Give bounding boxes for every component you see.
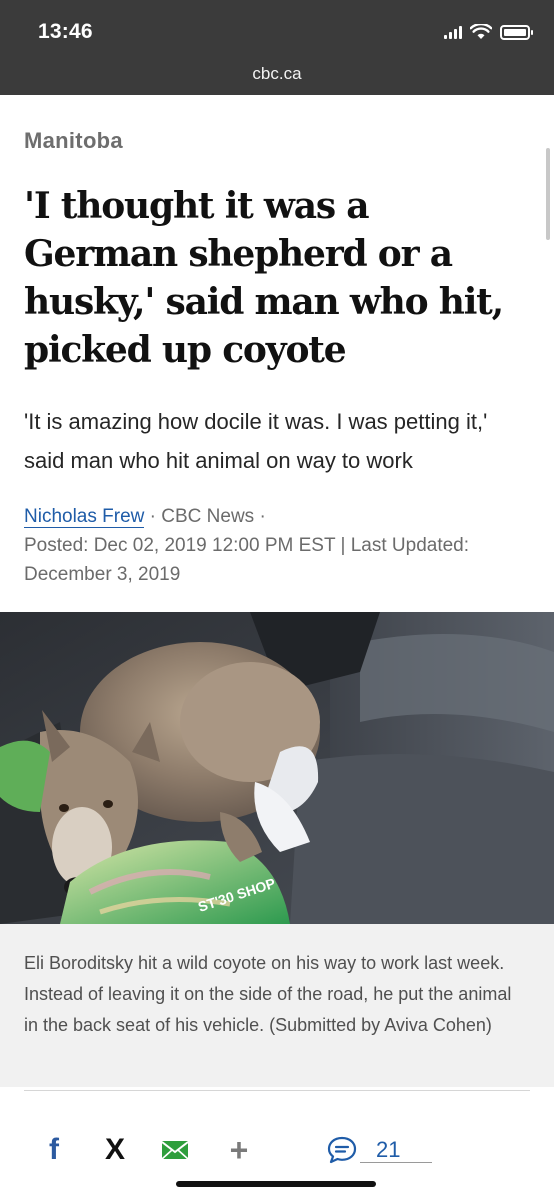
url-bar[interactable]: cbc.ca — [0, 64, 554, 84]
posted-date: Posted: Dec 02, 2019 12:00 PM EST | Last… — [24, 535, 470, 585]
article-deck: 'It is amazing how docile it was. I was … — [24, 409, 488, 473]
photo-caption: Eli Boroditsky hit a wild coyote on his … — [24, 953, 512, 1035]
comment-count: 21 — [376, 1137, 401, 1162]
scrollbar[interactable] — [546, 148, 550, 240]
divider — [24, 1090, 530, 1091]
article-headline: 'I thought it was a German shepherd or a… — [24, 185, 504, 371]
plus-icon: + — [229, 1131, 249, 1168]
status-icons — [444, 22, 533, 42]
home-indicator[interactable] — [176, 1181, 376, 1187]
comment-underline — [360, 1162, 432, 1163]
more-share-button[interactable]: + — [224, 1128, 254, 1172]
comments-button[interactable]: 21 — [326, 1128, 434, 1172]
outlet-name: CBC News — [161, 506, 255, 527]
facebook-share-button[interactable]: f — [40, 1128, 68, 1172]
status-time: 13:46 — [38, 20, 93, 43]
wifi-icon — [470, 24, 492, 39]
byline-separator: · — [259, 506, 266, 527]
byline-separator: · — [149, 506, 156, 527]
author-link[interactable]: Nicholas Frew — [24, 506, 145, 528]
battery-icon — [500, 24, 533, 40]
byline: Nicholas Frew · CBC News · Posted: Dec 0… — [24, 502, 530, 589]
email-share-button[interactable] — [158, 1128, 192, 1172]
article-photo[interactable]: ST'30 SHOP — [0, 612, 554, 924]
coyote-image: ST'30 SHOP — [0, 612, 554, 924]
x-icon: X — [104, 1133, 125, 1166]
signal-icon — [444, 25, 462, 39]
facebook-icon: f — [49, 1133, 59, 1166]
browser-chrome: 13:46 cbc.ca — [0, 0, 554, 95]
envelope-icon — [161, 1141, 189, 1160]
section-label[interactable]: Manitoba — [24, 128, 123, 154]
comment-icon — [327, 1136, 357, 1164]
x-share-button[interactable]: X — [98, 1128, 132, 1172]
share-bar: f X + 21 — [0, 1128, 554, 1172]
